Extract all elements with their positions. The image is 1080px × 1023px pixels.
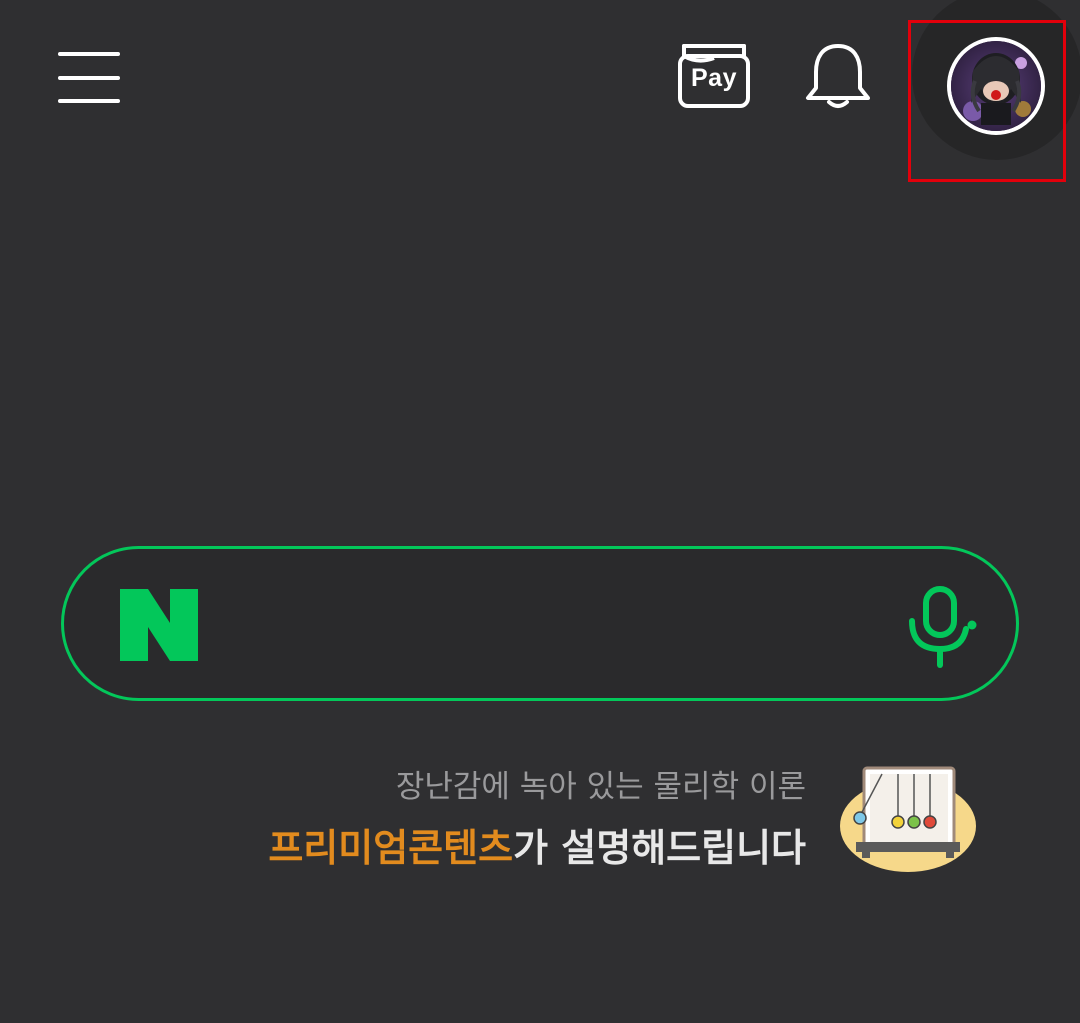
promo-title-rest: 가 설명해드립니다 [513,826,806,870]
microphone-icon [909,586,977,668]
pay-button[interactable]: Pay [676,42,752,110]
naver-home-page: Pay 장난감에 녹아 있는 물리학 이론 프리미엄콘텐츠가 설명해드립니다 [0,0,1080,1023]
menu-button[interactable] [58,52,122,104]
search-input[interactable] [224,589,868,663]
avatar [951,41,1041,131]
pay-label: Pay [691,64,737,92]
naver-logo-icon[interactable] [120,589,198,661]
premium-content-promo[interactable]: 장난감에 녹아 있는 물리학 이론 프리미엄콘텐츠가 설명해드립니다 [200,755,820,885]
bell-icon [806,44,870,108]
menu-line-top [58,52,120,56]
newtons-cradle-illustration[interactable] [838,764,978,874]
voice-search-button[interactable] [904,585,978,669]
promo-subtitle: 장난감에 녹아 있는 물리학 이론 [395,769,806,805]
profile-avatar-button[interactable] [947,37,1045,135]
menu-line-middle [58,76,120,80]
promo-highlight-text: 프리미엄콘텐츠 [268,826,514,870]
search-bar [61,546,1019,701]
notification-button[interactable] [802,40,874,112]
menu-line-bottom [58,99,120,103]
promo-title: 프리미엄콘텐츠가 설명해드립니다 [268,817,806,872]
